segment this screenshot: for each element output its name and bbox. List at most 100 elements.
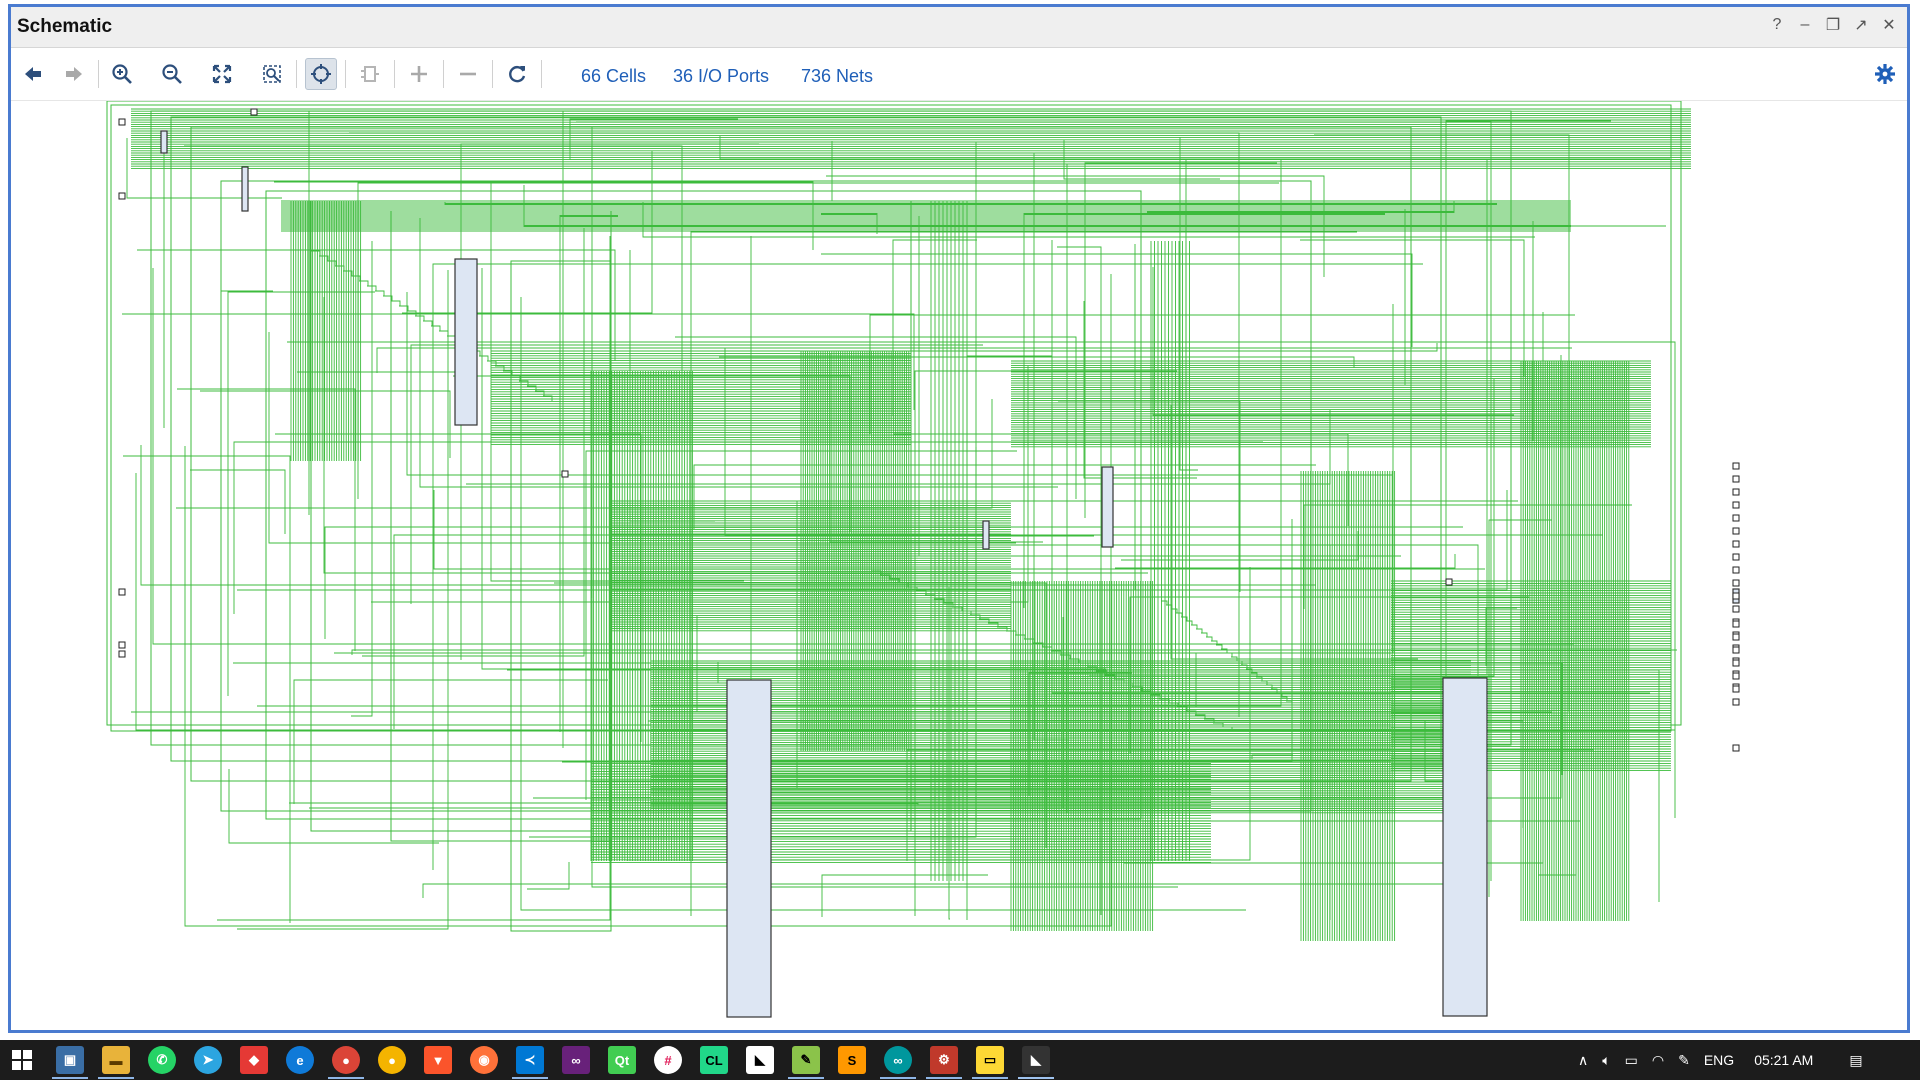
- net-wire[interactable]: [479, 355, 489, 361]
- net-wire[interactable]: [334, 304, 1394, 654]
- io-port[interactable]: [118, 641, 126, 649]
- net-wire[interactable]: [1201, 632, 1208, 637]
- net-wire[interactable]: [423, 320, 433, 326]
- net-wire[interactable]: [216, 110, 310, 515]
- io-port[interactable]: [118, 192, 126, 200]
- cell-block[interactable]: [1101, 466, 1114, 548]
- net-wire[interactable]: [390, 210, 612, 842]
- volume-icon[interactable]: 🔈︎: [1602, 1052, 1610, 1069]
- close-button[interactable]: ✕: [1877, 13, 1901, 37]
- io-port[interactable]: [1732, 475, 1740, 483]
- io-ports-count-link[interactable]: 36 I/O Ports: [673, 66, 769, 87]
- refresh-button[interactable]: [501, 58, 533, 90]
- clock[interactable]: 05:21 AM: [1754, 1052, 1813, 1068]
- maximize-button[interactable]: ↗: [1849, 13, 1873, 37]
- cell-block[interactable]: [454, 258, 478, 426]
- net-wire[interactable]: [517, 343, 1438, 352]
- net-wire[interactable]: [351, 241, 373, 717]
- language-indicator[interactable]: ENG: [1704, 1052, 1734, 1068]
- net-wire[interactable]: [439, 330, 449, 336]
- io-port[interactable]: [1445, 578, 1453, 586]
- net-wire[interactable]: [829, 353, 1043, 543]
- add-button[interactable]: [403, 58, 435, 90]
- net-wire[interactable]: [1152, 267, 1514, 416]
- net-wire[interactable]: [821, 874, 988, 917]
- vivado-icon[interactable]: ◣: [746, 1046, 774, 1074]
- folder-app-icon[interactable]: ▭: [976, 1046, 1004, 1074]
- nets-count-link[interactable]: 736 Nets: [801, 66, 873, 87]
- net-wire[interactable]: [220, 290, 273, 736]
- net-wire[interactable]: [228, 769, 439, 844]
- notifications-icon[interactable]: ▤: [1849, 1052, 1862, 1069]
- io-port[interactable]: [561, 470, 569, 478]
- net-wire[interactable]: [184, 446, 668, 927]
- net-wire[interactable]: [161, 150, 165, 428]
- io-port[interactable]: [1732, 553, 1740, 561]
- io-port[interactable]: [250, 108, 258, 116]
- cell-block[interactable]: [1442, 677, 1488, 1017]
- net-wire[interactable]: [821, 253, 1413, 347]
- net-wire[interactable]: [131, 236, 752, 713]
- net-wire[interactable]: [1216, 644, 1223, 649]
- io-port[interactable]: [1732, 744, 1740, 752]
- zoom-fit-button[interactable]: [206, 58, 238, 90]
- zoom-out-button[interactable]: [156, 58, 188, 90]
- net-wire[interactable]: [274, 181, 814, 250]
- io-port[interactable]: [1732, 659, 1740, 667]
- net-wire[interactable]: [123, 455, 291, 923]
- net-wire[interactable]: [831, 141, 1005, 202]
- net-wire[interactable]: [419, 218, 1058, 488]
- schematic-canvas[interactable]: [11, 101, 1907, 1030]
- zoom-in-button[interactable]: [106, 58, 138, 90]
- net-wire[interactable]: [367, 285, 377, 291]
- settings-button[interactable]: [1869, 58, 1901, 90]
- net-wire[interactable]: [527, 862, 570, 890]
- sublime-text-icon[interactable]: S: [838, 1046, 866, 1074]
- minimize-button[interactable]: –: [1793, 13, 1817, 37]
- net-wire[interactable]: [137, 249, 616, 361]
- visual-studio-icon[interactable]: ∞: [562, 1046, 590, 1074]
- whatsapp-icon[interactable]: ✆: [148, 1046, 176, 1074]
- net-wire[interactable]: [140, 445, 1316, 586]
- slack-icon[interactable]: #: [654, 1046, 682, 1074]
- io-port[interactable]: [1732, 698, 1740, 706]
- windows-start-icon[interactable]: [8, 1046, 36, 1074]
- expand-cell-button[interactable]: [354, 58, 386, 90]
- net-wire[interactable]: [921, 544, 1331, 920]
- arduino-icon[interactable]: ∞: [884, 1046, 912, 1074]
- net-wire[interactable]: [1170, 405, 1418, 660]
- io-port[interactable]: [1732, 605, 1740, 613]
- io-port[interactable]: [1732, 488, 1740, 496]
- wifi-icon[interactable]: ◠: [1652, 1052, 1664, 1069]
- net-wire[interactable]: [402, 151, 653, 314]
- net-wire[interactable]: [431, 325, 441, 331]
- edge-icon[interactable]: e: [286, 1046, 314, 1074]
- net-wire[interactable]: [1191, 624, 1198, 629]
- qt-creator-icon[interactable]: Qt: [608, 1046, 636, 1074]
- chrome-alt-icon[interactable]: ●: [378, 1046, 406, 1074]
- io-port[interactable]: [1732, 527, 1740, 535]
- cells-count-link[interactable]: 66 Cells: [581, 66, 646, 87]
- photos-icon[interactable]: ▣: [56, 1046, 84, 1074]
- net-wire[interactable]: [1196, 628, 1203, 633]
- io-port[interactable]: [118, 118, 126, 126]
- schematic-diagram[interactable]: [11, 101, 1907, 1030]
- io-port[interactable]: [118, 650, 126, 658]
- io-port[interactable]: [118, 588, 126, 596]
- net-wire[interactable]: [1206, 636, 1213, 641]
- remove-button[interactable]: [452, 58, 484, 90]
- file-explorer-icon[interactable]: ▬: [102, 1046, 130, 1074]
- net-wire[interactable]: [406, 292, 1392, 476]
- io-port[interactable]: [1732, 592, 1740, 600]
- io-port[interactable]: [1732, 514, 1740, 522]
- net-wire[interactable]: [393, 534, 1603, 729]
- zoom-area-button[interactable]: [256, 58, 288, 90]
- net-wire[interactable]: [375, 290, 385, 296]
- chrome-icon[interactable]: ●: [332, 1046, 360, 1074]
- io-port[interactable]: [1732, 685, 1740, 693]
- io-port[interactable]: [1732, 540, 1740, 548]
- io-port[interactable]: [1732, 566, 1740, 574]
- net-wire[interactable]: [122, 313, 915, 410]
- cell-block[interactable]: [982, 520, 990, 550]
- vscode-icon[interactable]: ≺: [516, 1046, 544, 1074]
